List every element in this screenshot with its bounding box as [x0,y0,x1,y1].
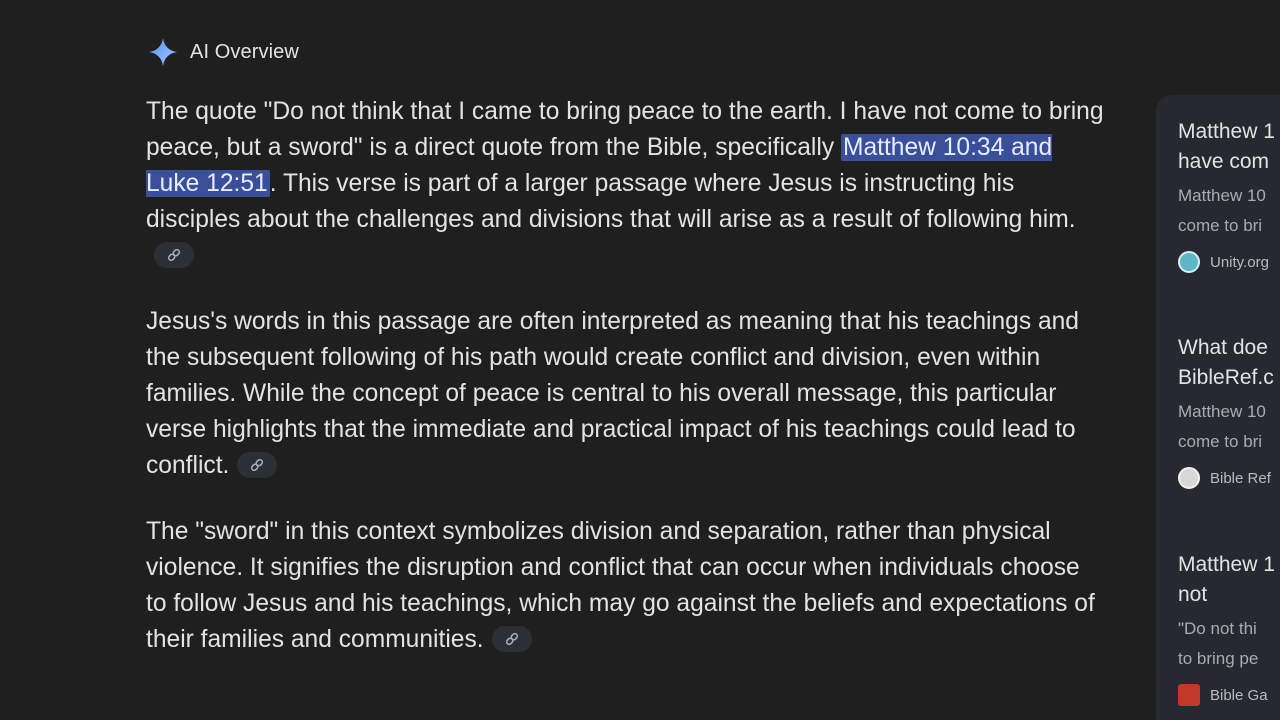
unity-favicon-icon [1178,251,1200,273]
source-title-line: BibleRef.c [1178,366,1274,389]
source-snippet: Matthew 10 come to bri [1178,181,1280,241]
source-title[interactable]: Matthew 1 not [1178,550,1280,610]
source-snippet: Matthew 10 come to bri [1178,397,1280,457]
source-title-line: What doe [1178,336,1268,359]
sparkle-icon [148,37,178,67]
source-title-line: Matthew 1 [1178,553,1275,576]
source-link-button[interactable] [491,625,532,652]
source-site-name: Bible Ga [1210,686,1268,704]
overview-paragraph: The quote "Do not think that I came to b… [146,94,1106,274]
source-site: Bible Ga [1178,684,1280,706]
link-icon [251,458,264,471]
source-title[interactable]: What doe BibleRef.c [1178,333,1280,393]
overview-content: The quote "Do not think that I came to b… [146,94,1106,688]
biblegateway-favicon-icon [1178,684,1200,706]
link-icon [505,632,518,645]
source-title[interactable]: Matthew 1 have com [1178,117,1280,177]
sources-panel: Matthew 1 have com Matthew 10 come to br… [1156,95,1280,720]
source-link-button[interactable] [237,451,278,478]
source-snippet-line: come to bri [1178,432,1263,451]
source-card[interactable]: What doe BibleRef.c Matthew 10 come to b… [1178,333,1280,489]
source-snippet: "Do not thi to bring pe [1178,614,1280,674]
source-snippet-line: Matthew 10 [1178,186,1266,205]
ai-overview-title: AI Overview [190,40,299,63]
ai-overview-header: AI Overview [148,36,299,68]
source-title-line: not [1178,583,1208,606]
link-icon [167,248,181,261]
page: AI Overview The quote "Do not think that… [0,0,1280,720]
source-snippet-line: Matthew 10 [1178,402,1266,421]
overview-paragraph: The "sword" in this context symbolizes d… [146,514,1106,658]
source-title-line: Matthew 1 [1178,120,1275,143]
paragraph-text: . This verse is part of a larger passage… [146,170,1076,233]
paragraph-text: The "sword" in this context symbolizes d… [146,518,1095,653]
source-site: Bible Ref [1178,467,1280,489]
source-site-name: Bible Ref [1210,469,1271,487]
source-snippet-line: come to bri [1178,216,1263,235]
source-card[interactable]: Matthew 1 have com Matthew 10 come to br… [1178,117,1280,273]
source-site-name: Unity.org [1210,253,1269,271]
source-site: Unity.org [1178,251,1280,273]
overview-paragraph: Jesus's words in this passage are often … [146,304,1106,484]
source-link-button[interactable] [154,241,194,268]
source-snippet-line: to bring pe [1178,649,1259,668]
source-card[interactable]: Matthew 1 not "Do not thi to bring pe Bi… [1178,550,1280,706]
bibleref-favicon-icon [1178,467,1200,489]
source-title-line: have com [1178,150,1270,173]
source-snippet-line: "Do not thi [1178,619,1257,638]
paragraph-text: Jesus's words in this passage are often … [146,308,1079,479]
